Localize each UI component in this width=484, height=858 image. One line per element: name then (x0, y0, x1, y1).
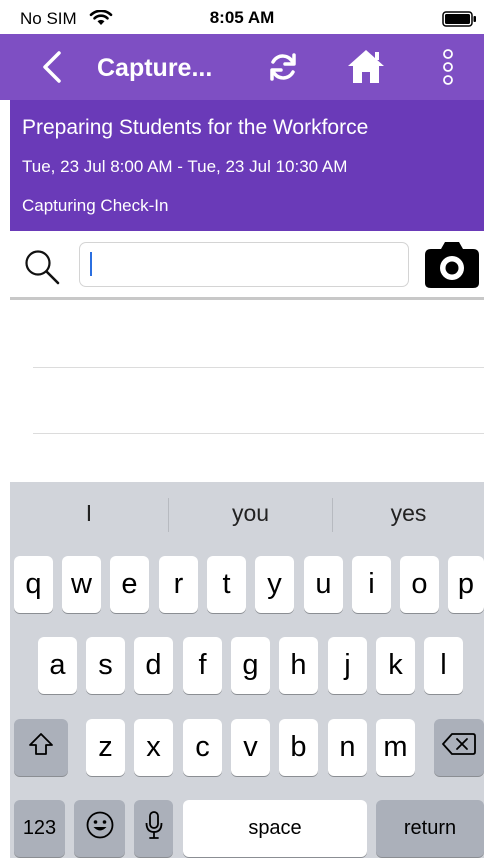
event-title: Preparing Students for the Workforce (22, 116, 369, 139)
battery-icon (442, 11, 478, 32)
key-d[interactable]: d (134, 637, 173, 694)
key-s[interactable]: s (86, 637, 125, 694)
delete-key[interactable] (434, 719, 484, 776)
key-q[interactable]: q (14, 556, 53, 613)
key-a[interactable]: a (38, 637, 77, 694)
space-key[interactable]: space (183, 800, 367, 857)
key-y[interactable]: y (255, 556, 294, 613)
key-b[interactable]: b (279, 719, 318, 776)
suggestion-bar: I you yes (10, 482, 484, 548)
key-w[interactable]: w (62, 556, 101, 613)
key-o[interactable]: o (400, 556, 439, 613)
event-time-range: Tue, 23 Jul 8:00 AM - Tue, 23 Jul 10:30 … (22, 157, 348, 176)
clock: 8:05 AM (209, 8, 275, 27)
key-u[interactable]: u (304, 556, 343, 613)
key-n[interactable]: n (328, 719, 367, 776)
key-x[interactable]: x (134, 719, 173, 776)
key-t[interactable]: t (207, 556, 246, 613)
list-divider (33, 433, 484, 434)
list-divider (33, 367, 484, 368)
onscreen-keyboard: I you yes q w e r t y u i o p a s d f g … (10, 482, 484, 858)
key-c[interactable]: c (183, 719, 222, 776)
suggestion-2[interactable]: you (169, 500, 332, 527)
microphone-icon (144, 810, 164, 848)
more-vertical-icon[interactable] (441, 48, 455, 91)
status-bar: No SIM 8:05 AM (0, 0, 484, 34)
return-key[interactable]: return (376, 800, 484, 857)
dictation-key[interactable] (134, 800, 173, 857)
search-icon (22, 248, 62, 293)
key-z[interactable]: z (86, 719, 125, 776)
search-divider (10, 297, 484, 300)
nav-bar: Capture... (0, 34, 484, 100)
emoji-key[interactable] (74, 800, 125, 857)
back-chevron-icon[interactable] (40, 50, 64, 89)
key-m[interactable]: m (376, 719, 415, 776)
text-cursor (90, 252, 92, 276)
shift-key[interactable] (14, 719, 68, 776)
key-v[interactable]: v (231, 719, 270, 776)
camera-icon[interactable] (423, 239, 481, 294)
key-i[interactable]: i (352, 556, 391, 613)
key-e[interactable]: e (110, 556, 149, 613)
home-icon[interactable] (346, 48, 386, 89)
search-input[interactable] (79, 242, 409, 287)
nav-title: Capture... (97, 54, 213, 82)
emoji-icon (85, 810, 115, 848)
suggestion-3[interactable]: yes (333, 500, 484, 527)
key-f[interactable]: f (183, 637, 222, 694)
key-r[interactable]: r (159, 556, 198, 613)
key-j[interactable]: j (328, 637, 367, 694)
key-l[interactable]: l (424, 637, 463, 694)
key-g[interactable]: g (231, 637, 270, 694)
capture-status: Capturing Check-In (22, 196, 169, 215)
delete-icon (442, 731, 476, 764)
key-k[interactable]: k (376, 637, 415, 694)
suggestion-1[interactable]: I (10, 500, 168, 527)
key-p[interactable]: p (448, 556, 484, 613)
event-info-panel: Preparing Students for the Workforce Tue… (10, 100, 484, 231)
refresh-icon[interactable] (266, 50, 300, 89)
numbers-key[interactable]: 123 (14, 800, 65, 857)
shift-icon (28, 731, 54, 765)
key-h[interactable]: h (279, 637, 318, 694)
